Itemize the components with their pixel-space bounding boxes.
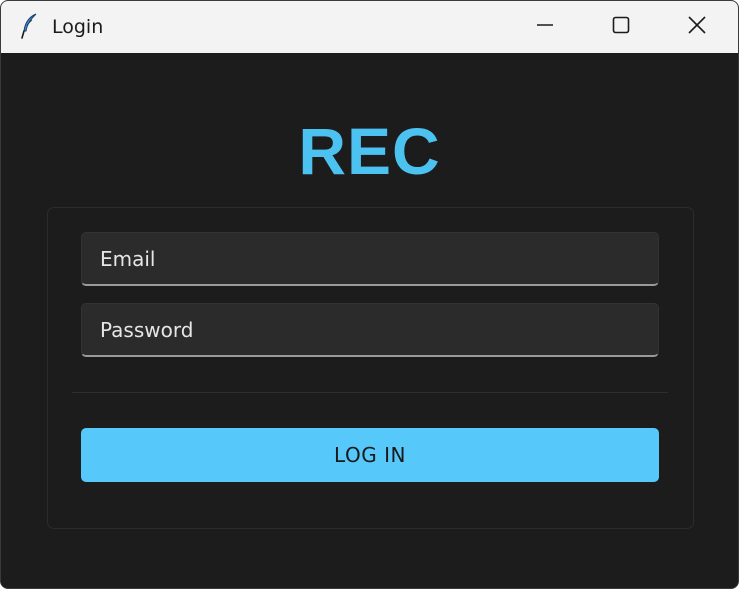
minimize-icon [535,15,555,39]
close-button[interactable] [659,1,735,53]
title-bar[interactable]: Login [1,1,738,53]
password-input[interactable] [82,304,658,355]
maximize-button[interactable] [583,1,659,53]
maximize-icon [611,15,631,39]
close-icon [687,15,707,39]
password-field[interactable] [81,303,659,357]
email-input[interactable] [82,233,658,284]
login-button[interactable]: LOG IN [81,428,659,482]
app-logo-text: REC [298,114,441,188]
email-field[interactable] [81,232,659,286]
minimize-button[interactable] [507,1,583,53]
window-title: Login [52,16,104,38]
form-divider [72,392,668,393]
feather-icon [21,13,39,39]
login-form-card: LOG IN [47,207,694,529]
login-window: Login REC Email LOG IN [0,0,739,589]
window-content: REC LOG IN [1,53,738,588]
